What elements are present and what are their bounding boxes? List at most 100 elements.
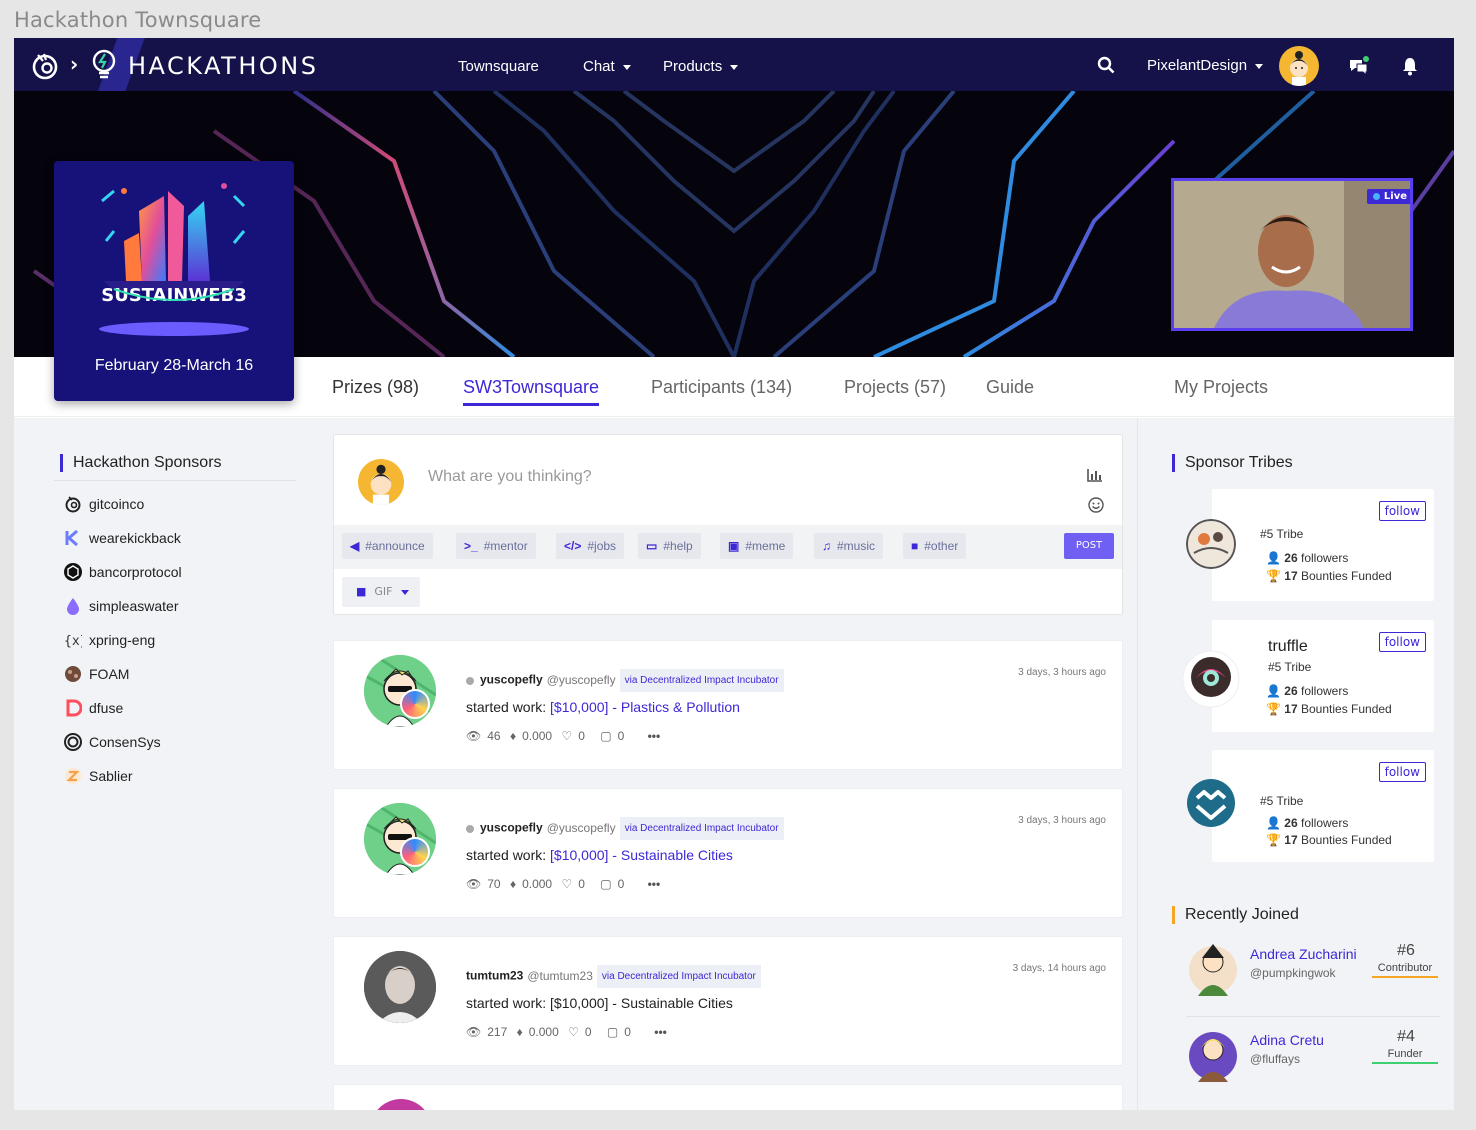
sponsor-label: gitcoinco xyxy=(89,496,145,512)
tribe-card[interactable]: #5 Tribe 👤 26 followers 🏆 17 Bounties Fu… xyxy=(1187,750,1434,862)
user-name[interactable]: yuscopefly xyxy=(480,673,543,687)
via-badge[interactable]: via Decentralized Impact Incubator xyxy=(596,965,761,988)
user-name[interactable]: yuscopefly xyxy=(480,821,543,835)
card-header: tumtum23 @tumtum23 via Decentralized Impac… xyxy=(466,965,761,988)
follow-button[interactable]: follow xyxy=(1378,501,1426,521)
post-button[interactable]: POST xyxy=(1064,533,1114,559)
joined-user-item[interactable]: Andrea Zucharini @pumpkingwok #6 Contrib… xyxy=(1178,940,1440,1002)
status-dot-icon xyxy=(466,676,474,685)
gift-icon: ■ xyxy=(356,585,367,598)
person-icon: 👤 xyxy=(1266,684,1281,698)
tribe-rank: #5 Tribe xyxy=(1260,527,1304,541)
joined-user-item[interactable]: Adina Cretu @fluffays #4 Funder xyxy=(1178,1026,1440,1088)
tab-projects[interactable]: Projects (57) xyxy=(844,377,946,398)
heart-icon[interactable]: ♡ xyxy=(568,1025,579,1039)
tab-participants[interactable]: Participants (134) xyxy=(651,377,792,398)
nav-link-townsquare[interactable]: Townsquare xyxy=(458,58,539,75)
live-video-feed[interactable]: Live xyxy=(1171,178,1413,331)
user-menu[interactable]: PixelantDesign xyxy=(1147,57,1264,74)
gitcoin-logo-icon[interactable] xyxy=(30,51,60,81)
truffle-logo-icon xyxy=(1182,650,1240,708)
nav-link-products[interactable]: Products xyxy=(663,58,739,75)
eye-icon: 👁 xyxy=(466,1025,482,1039)
follow-button[interactable]: follow xyxy=(1378,762,1426,782)
user-handle[interactable]: @tumtum23 xyxy=(527,969,593,983)
comment-icon[interactable]: ▢ xyxy=(607,1025,618,1039)
hackathon-card[interactable]: SUSTAINWEB3 February 28-March 16 xyxy=(54,161,294,401)
tag-music-button[interactable]: ♫ #music xyxy=(814,533,884,559)
stats-row: 👁 46 ♦ 0.000 ♡ 0 ▢ 0 ••• xyxy=(466,729,661,743)
emoji-icon[interactable] xyxy=(1088,497,1104,513)
activity-card: yuscopefly @yuscopefly via Decentralized I… xyxy=(333,788,1123,918)
kickback-icon xyxy=(65,529,78,547)
tag-jobs-button[interactable]: </> #jobs xyxy=(556,533,625,559)
follow-button[interactable]: follow xyxy=(1378,632,1426,652)
tag-other-button[interactable]: ■ #other xyxy=(903,533,967,559)
user-handle[interactable]: @yuscopefly xyxy=(547,821,616,835)
tag-mentor-button[interactable]: >_ #mentor xyxy=(456,533,536,559)
card-header: yuscopefly @yuscopefly via Decentralized I… xyxy=(466,817,784,840)
joined-user-rank: #6 xyxy=(1397,942,1415,959)
tab-townsquare[interactable]: SW3Townsquare xyxy=(463,377,600,406)
sponsors-sidebar: Hackathon Sponsors gitcoinco wearekickba… xyxy=(14,418,314,1110)
user-handle[interactable]: @yuscopefly xyxy=(547,673,616,687)
sponsor-label: Sablier xyxy=(89,768,133,784)
tab-my-projects[interactable]: My Projects xyxy=(1174,377,1268,398)
more-options-icon[interactable]: ••• xyxy=(648,729,661,743)
stats-row: 👁 70 ♦ 0.000 ♡ 0 ▢ 0 ••• xyxy=(466,877,661,891)
via-badge[interactable]: via Decentralized Impact Incubator xyxy=(619,669,784,692)
dfuse-icon xyxy=(66,699,82,717)
more-options-icon[interactable]: ••• xyxy=(654,1025,667,1039)
timestamp: 3 days, 14 hours ago xyxy=(1012,963,1106,974)
tribe-followers: 👤 26 followers xyxy=(1266,684,1349,698)
chevron-down-icon xyxy=(622,64,631,70)
chat-icon[interactable] xyxy=(1348,56,1370,76)
more-options-icon[interactable]: ••• xyxy=(648,877,661,891)
avatar[interactable] xyxy=(364,803,436,875)
avatar[interactable] xyxy=(364,951,436,1023)
bell-icon[interactable] xyxy=(1401,56,1419,76)
post-input[interactable]: What are you thinking? xyxy=(428,468,592,486)
card-header: yuscopefly @yuscopefly via Decentralized I… xyxy=(466,669,784,692)
tribe-name[interactable]: truffle xyxy=(1268,638,1308,656)
megaphone-icon: ◀ xyxy=(350,539,360,553)
tribe-card[interactable]: truffle #5 Tribe 👤 26 followers 🏆 17 Bou… xyxy=(1182,620,1434,732)
avatar[interactable] xyxy=(364,655,436,727)
comment-icon[interactable]: ▢ xyxy=(600,729,611,743)
gif-button[interactable]: ■ GIF xyxy=(342,577,420,607)
tribe-card[interactable]: #5 Tribe 👤 26 followers 🏆 17 Bounties Fu… xyxy=(1186,489,1434,601)
monitor-icon: ▭ xyxy=(646,539,658,553)
heart-icon[interactable]: ♡ xyxy=(561,729,572,743)
avatar[interactable] xyxy=(1279,46,1319,86)
joined-user-name[interactable]: Andrea Zucharini xyxy=(1250,946,1357,962)
eye-icon: 👁 xyxy=(466,729,482,743)
tribe-logo-icon xyxy=(1187,779,1235,827)
chevron-down-icon xyxy=(400,589,409,595)
user-name[interactable]: tumtum23 xyxy=(466,969,523,983)
activity-card: yuscopefly @yuscopefly via Decentralized I… xyxy=(333,640,1123,770)
joined-user-name[interactable]: Adina Cretu xyxy=(1250,1032,1324,1048)
bounty-link[interactable]: [$10,000] - Sustainable Cities xyxy=(550,847,733,863)
sponsor-label: simpleaswater xyxy=(89,598,179,614)
comment-icon[interactable]: ▢ xyxy=(600,877,611,891)
tribe-bounties: 🏆 17 Bounties Funded xyxy=(1266,833,1392,847)
avatar[interactable] xyxy=(1188,1026,1238,1082)
tag-announce-button[interactable]: ◀ #announce xyxy=(342,533,433,559)
avatar[interactable] xyxy=(1188,940,1238,996)
tribe-logo-icon xyxy=(1186,519,1236,569)
tag-meme-button[interactable]: ▣ #meme xyxy=(720,533,794,559)
person-icon: 👤 xyxy=(1266,551,1281,565)
bounty-link[interactable]: [$10,000] - Plastics & Pollution xyxy=(550,699,740,715)
tab-guide[interactable]: Guide xyxy=(986,377,1034,398)
tab-prizes[interactable]: Prizes (98) xyxy=(332,377,419,398)
via-badge[interactable]: via Decentralized Impact Incubator xyxy=(619,817,784,840)
nav-link-chat[interactable]: Chat xyxy=(583,58,631,75)
brand-title[interactable]: HACKATHONS xyxy=(128,52,318,80)
heart-icon[interactable]: ♡ xyxy=(561,877,572,891)
poll-icon[interactable] xyxy=(1087,468,1103,482)
tag-help-button[interactable]: ▭ #help xyxy=(638,533,701,559)
avatar-illustration xyxy=(364,655,436,727)
search-icon[interactable] xyxy=(1097,56,1115,74)
app-frame: › HACKATHONS Townsquare Chat Products Pi… xyxy=(14,38,1454,1110)
avatar[interactable] xyxy=(370,1099,432,1110)
